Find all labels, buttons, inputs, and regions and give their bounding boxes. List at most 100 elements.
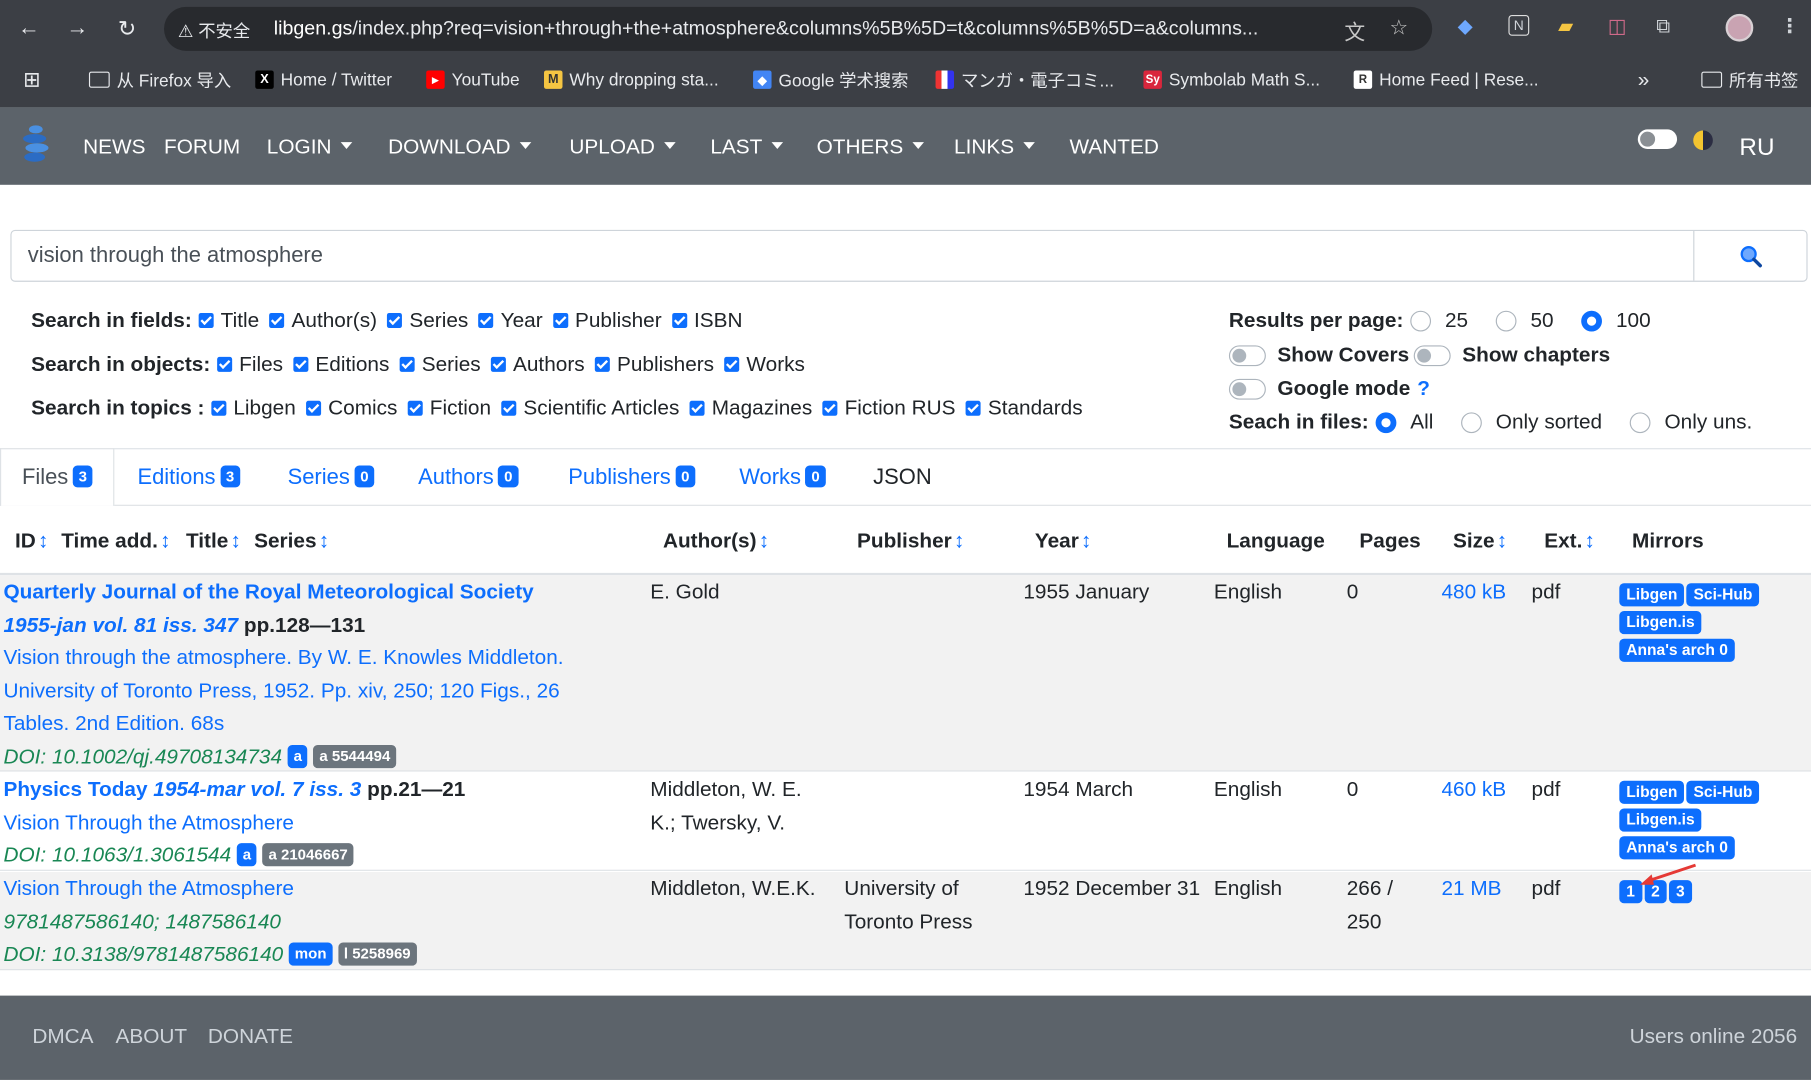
journal-link[interactable]: Quarterly Journal of the Royal Meteorolo… xyxy=(3,580,533,603)
footer-donate[interactable]: DONATE xyxy=(208,1024,293,1048)
checkbox-title[interactable] xyxy=(198,313,214,329)
reload-icon[interactable]: ↻ xyxy=(112,14,142,44)
back-icon[interactable]: ← xyxy=(14,14,44,44)
col-authors[interactable]: Author(s) ↕ xyxy=(663,529,769,553)
search-button[interactable] xyxy=(1693,231,1806,281)
footer-dmca[interactable]: DMCA xyxy=(32,1024,93,1048)
profile-avatar[interactable] xyxy=(1725,13,1754,42)
checkbox-files[interactable] xyxy=(217,356,233,372)
col-series[interactable]: Series ↕ xyxy=(254,529,329,553)
checkbox-standards[interactable] xyxy=(965,400,981,416)
article-title-link[interactable]: Vision through the atmosphere. By W. E. … xyxy=(3,646,563,669)
checkbox-comics[interactable] xyxy=(306,400,322,416)
bookmark-firefox[interactable]: 从 Firefox 导入 xyxy=(88,67,231,92)
article-title-link[interactable]: University of Toronto Press, 1952. Pp. x… xyxy=(3,679,559,702)
article-title-link[interactable]: Tables. 2nd Edition. 68s xyxy=(3,711,224,734)
libgen-logo-icon[interactable] xyxy=(21,124,51,166)
checkbox-publishers-obj[interactable] xyxy=(595,356,611,372)
size-link[interactable]: 21 MB xyxy=(1441,872,1501,905)
bookmark-twitter[interactable]: X Home / Twitter xyxy=(255,67,392,92)
menu-dots-icon[interactable]: ⋮ xyxy=(1780,15,1800,38)
bookmark-researchgate[interactable]: R Home Feed | Rese... xyxy=(1353,67,1539,92)
folder-extension-icon[interactable]: ▰ xyxy=(1558,15,1573,38)
tab-works[interactable]: Works 0 xyxy=(739,465,826,490)
nav-links[interactable]: LINKS xyxy=(954,135,1035,159)
nav-last[interactable]: LAST xyxy=(710,135,784,159)
extension-diamond-icon[interactable]: ◆ xyxy=(1458,15,1473,38)
issue-link[interactable]: 1955-jan vol. 81 iss. 347 xyxy=(3,613,238,636)
bookmark-scholar[interactable]: ◆ Google 学术搜索 xyxy=(753,67,908,92)
checkbox-fiction[interactable] xyxy=(407,400,423,416)
col-year[interactable]: Year ↕ xyxy=(1035,529,1092,553)
bookmark-youtube[interactable]: ▶ YouTube xyxy=(426,67,520,92)
puzzle-icon[interactable]: ⧉ xyxy=(1656,15,1670,38)
checkbox-publisher[interactable] xyxy=(553,313,569,329)
mirror-libgen[interactable]: Libgen xyxy=(1619,583,1685,607)
nav-news[interactable]: NEWS xyxy=(83,135,145,159)
show-chapters-switch[interactable] xyxy=(1413,344,1451,366)
show-covers-switch[interactable] xyxy=(1228,344,1266,366)
forward-icon[interactable]: → xyxy=(62,14,92,44)
address-bar[interactable]: ⚠ 不安全 libgen.gs/index.php?req=vision+thr… xyxy=(164,6,1433,51)
issue-link[interactable]: 1954-mar vol. 7 iss. 3 xyxy=(153,777,361,800)
radio-all[interactable] xyxy=(1375,411,1397,433)
checkbox-isbn[interactable] xyxy=(672,313,688,329)
extension-calendar-icon[interactable]: ◫ xyxy=(1608,15,1627,38)
col-ext[interactable]: Ext. ↕ xyxy=(1544,529,1595,553)
star-icon[interactable]: ☆ xyxy=(1389,16,1408,40)
checkbox-authors-obj[interactable] xyxy=(491,356,507,372)
checkbox-authors[interactable] xyxy=(269,313,285,329)
nav-forum[interactable]: FORUM xyxy=(164,135,240,159)
notion-icon[interactable]: N xyxy=(1508,15,1530,36)
bookmark-manga[interactable]: マンガ・電子コミ... xyxy=(935,67,1114,92)
tab-editions[interactable]: Editions 3 xyxy=(137,465,241,490)
checkbox-series-obj[interactable] xyxy=(399,356,415,372)
contrast-icon[interactable] xyxy=(1693,130,1713,151)
insecure-warning[interactable]: ⚠ 不安全 xyxy=(178,18,250,42)
bookmarks-more-icon[interactable]: » xyxy=(1638,67,1650,92)
col-size[interactable]: Size ↕ xyxy=(1453,529,1507,553)
checkbox-editions[interactable] xyxy=(293,356,309,372)
url-text[interactable]: libgen.gs/index.php?req=vision+through+t… xyxy=(274,17,1331,40)
type-badge[interactable]: a xyxy=(236,843,257,867)
size-link[interactable]: 460 kB xyxy=(1441,773,1506,806)
radio-only-unsorted[interactable] xyxy=(1629,411,1651,433)
size-link[interactable]: 480 kB xyxy=(1441,575,1506,608)
apps-grid-icon[interactable]: ⊞ xyxy=(23,67,40,92)
journal-link[interactable]: Physics Today xyxy=(3,777,147,800)
nav-login[interactable]: LOGIN xyxy=(267,135,353,159)
mirror-scihub[interactable]: Sci-Hub xyxy=(1686,583,1760,607)
col-time-added[interactable]: Time add. ↕ xyxy=(61,529,170,553)
theme-toggle[interactable] xyxy=(1637,129,1678,149)
bookmark-medium[interactable]: M Why dropping sta... xyxy=(544,67,719,92)
radio-100[interactable] xyxy=(1581,310,1603,331)
google-mode-switch[interactable] xyxy=(1228,378,1266,400)
help-icon[interactable]: ? xyxy=(1417,377,1430,401)
type-badge[interactable]: mon xyxy=(289,942,333,966)
tab-series[interactable]: Series 0 xyxy=(288,465,375,490)
col-publisher[interactable]: Publisher ↕ xyxy=(857,529,964,553)
radio-25[interactable] xyxy=(1410,310,1432,331)
col-title[interactable]: Title ↕ xyxy=(186,529,241,553)
checkbox-year[interactable] xyxy=(478,313,494,329)
book-title-link[interactable]: Vision Through the Atmosphere xyxy=(3,877,293,900)
tab-files[interactable]: Files 3 xyxy=(22,465,93,490)
nav-wanted[interactable]: WANTED xyxy=(1070,135,1159,159)
tab-authors[interactable]: Authors 0 xyxy=(418,465,519,490)
checkbox-libgen[interactable] xyxy=(211,400,227,416)
radio-only-sorted[interactable] xyxy=(1461,411,1482,433)
bookmark-symbolab[interactable]: Sy Symbolab Math S... xyxy=(1143,67,1320,92)
footer-about[interactable]: ABOUT xyxy=(116,1024,188,1048)
checkbox-magazines[interactable] xyxy=(689,400,705,416)
checkbox-scientific-articles[interactable] xyxy=(501,400,517,416)
article-title-link[interactable]: Vision Through the Atmosphere xyxy=(3,810,293,833)
mirror-libgen-is[interactable]: Libgen.is xyxy=(1619,610,1702,635)
search-input[interactable] xyxy=(11,231,1695,281)
col-id[interactable]: ID ↕ xyxy=(15,529,48,553)
language-switch[interactable]: RU xyxy=(1739,134,1774,162)
checkbox-fiction-rus[interactable] xyxy=(822,400,838,416)
tab-publishers[interactable]: Publishers 0 xyxy=(568,465,696,490)
checkbox-series[interactable] xyxy=(387,313,403,329)
radio-50[interactable] xyxy=(1495,310,1517,331)
mirror-libgen-is[interactable]: Libgen.is xyxy=(1619,808,1702,832)
